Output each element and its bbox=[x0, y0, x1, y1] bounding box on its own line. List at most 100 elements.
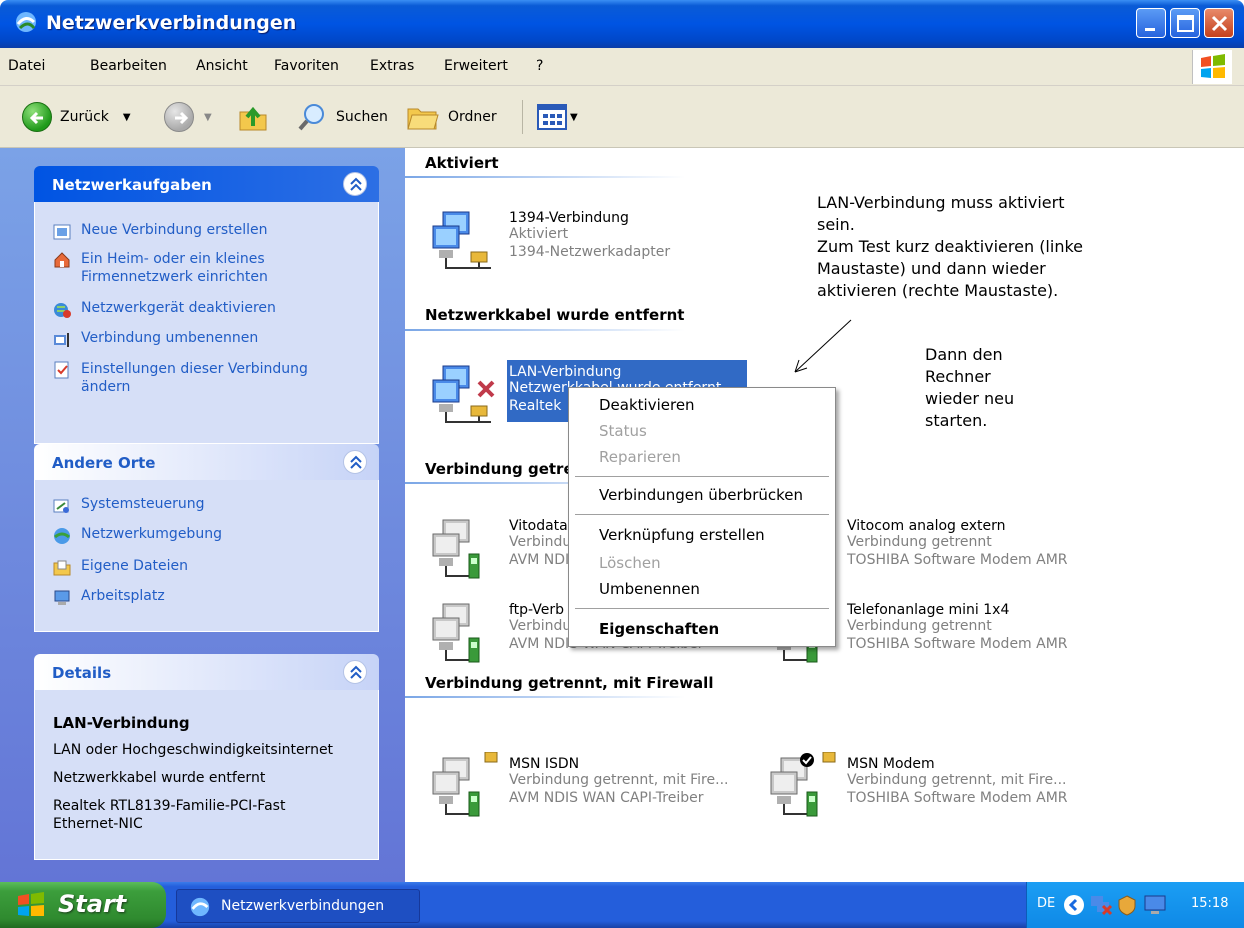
up-folder-button[interactable] bbox=[236, 100, 270, 134]
annotation-arrow bbox=[794, 319, 852, 373]
connection-name: MSN ISDN bbox=[509, 756, 580, 772]
place-label: Eigene Dateien bbox=[81, 558, 189, 574]
network-status-icon[interactable] bbox=[1089, 894, 1113, 916]
other-places-header[interactable]: Andere Orte bbox=[34, 444, 379, 480]
connection-1394[interactable]: 1394-Verbindung Aktiviert 1394-Netzwerka… bbox=[429, 206, 729, 278]
menu-item-status[interactable]: Status bbox=[599, 422, 647, 440]
task-label: Verbindung umbenennen bbox=[81, 330, 259, 346]
connection-name: Vitodata bbox=[509, 518, 568, 534]
menu-view[interactable]: Ansicht bbox=[196, 58, 248, 74]
language-indicator[interactable]: DE bbox=[1037, 896, 1055, 911]
place-my-computer[interactable]: Arbeitsplatz bbox=[53, 588, 165, 607]
place-my-documents[interactable]: Eigene Dateien bbox=[53, 558, 188, 577]
details-device: Realtek RTL8139-Familie-PCI-Fast bbox=[53, 798, 286, 814]
dialup-connection-icon bbox=[432, 603, 480, 663]
place-control-panel[interactable]: Systemsteuerung bbox=[53, 496, 204, 515]
task-label: Ein Heim- oder ein kleines bbox=[81, 251, 265, 267]
menu-item-rename[interactable]: Umbenennen bbox=[599, 580, 700, 598]
connection-msn-isdn[interactable]: MSN ISDN Verbindung getrennt, mit Fire..… bbox=[429, 752, 759, 824]
details-device-cont: Ethernet-NIC bbox=[53, 816, 143, 832]
dropdown-arrow-icon: ▼ bbox=[570, 111, 578, 123]
taskbar-window-label: Netzwerkverbindungen bbox=[221, 898, 385, 914]
windows-logo bbox=[1192, 50, 1232, 84]
note-line: Dann den bbox=[925, 345, 1003, 364]
connection-name: ftp-Verb bbox=[509, 602, 565, 618]
details-panel: LAN-Verbindung LAN oder Hochgeschwindigk… bbox=[34, 690, 379, 860]
menu-item-disable[interactable]: Deaktivieren bbox=[599, 396, 695, 414]
note-line: Rechner bbox=[925, 367, 991, 386]
menu-extras[interactable]: Extras bbox=[370, 58, 414, 74]
views-icon bbox=[537, 104, 567, 130]
connection-msn-modem[interactable]: MSN Modem Verbindung getrennt, mit Fire.… bbox=[767, 752, 1107, 824]
place-label: Systemsteuerung bbox=[81, 496, 205, 512]
start-button[interactable]: Start bbox=[0, 882, 166, 928]
connection-device: AVM NDIS WAN CAPI-Treiber bbox=[509, 790, 704, 806]
collapse-icon[interactable] bbox=[343, 450, 367, 474]
forward-button[interactable]: ▼ bbox=[164, 100, 212, 134]
other-places-panel: Systemsteuerung Netzwerkumgebung Eigene … bbox=[34, 480, 379, 632]
connection-status: Verbindung getrennt, mit Fire... bbox=[509, 772, 729, 788]
menu-favorites[interactable]: Favoriten bbox=[274, 58, 339, 74]
my-documents-icon bbox=[53, 560, 71, 576]
menu-item-delete[interactable]: Löschen bbox=[599, 554, 661, 572]
minimize-button[interactable] bbox=[1136, 8, 1166, 38]
connection-device: TOSHIBA Software Modem AMR bbox=[847, 790, 1068, 806]
note-line: wieder neu bbox=[925, 389, 1015, 408]
task-rename-connection[interactable]: Verbindung umbenennen bbox=[53, 330, 258, 349]
windows-flag-icon bbox=[18, 892, 44, 916]
group-divider bbox=[405, 176, 805, 178]
task-label: Neue Verbindung erstellen bbox=[81, 222, 268, 238]
menu-file[interactable]: Datei bbox=[8, 58, 45, 74]
group-divider bbox=[405, 329, 805, 331]
task-change-settings[interactable]: Einstellungen dieser Verbindung ändern bbox=[53, 360, 308, 396]
collapse-icon[interactable] bbox=[343, 660, 367, 684]
place-network[interactable]: Netzwerkumgebung bbox=[53, 526, 222, 545]
menu-item-properties[interactable]: Eigenschaften bbox=[599, 620, 719, 638]
search-button[interactable]: Suchen bbox=[296, 100, 388, 134]
menu-item-create-shortcut[interactable]: Verknüpfung erstellen bbox=[599, 526, 765, 544]
note-line: aktivieren (rechte Maustaste). bbox=[817, 281, 1059, 300]
show-hidden-icons-icon[interactable] bbox=[1063, 894, 1085, 916]
connection-name: MSN Modem bbox=[847, 756, 935, 772]
details-title: Details bbox=[52, 664, 112, 682]
back-label: Zurück bbox=[60, 109, 109, 125]
display-icon[interactable] bbox=[1143, 894, 1167, 916]
connection-device: 1394-Netzwerkadapter bbox=[509, 244, 671, 260]
details-header[interactable]: Details bbox=[34, 654, 379, 690]
menu-edit[interactable]: Bearbeiten bbox=[90, 58, 167, 74]
menu-help[interactable]: ? bbox=[536, 58, 543, 74]
title-bar: Netzwerkverbindungen bbox=[0, 0, 1244, 48]
annotation-note-1: LAN-Verbindung muss aktiviert sein. Zum … bbox=[817, 192, 1083, 302]
network-tasks-title: Netzwerkaufgaben bbox=[52, 176, 212, 194]
network-tasks-header[interactable]: Netzwerkaufgaben bbox=[34, 166, 379, 202]
back-button[interactable]: Zurück ▼ bbox=[22, 100, 131, 134]
back-arrow-icon bbox=[22, 102, 52, 132]
note-line: sein. bbox=[817, 215, 855, 234]
security-center-icon[interactable] bbox=[1117, 894, 1137, 916]
close-button[interactable] bbox=[1204, 8, 1234, 38]
my-computer-icon bbox=[54, 590, 70, 605]
clock[interactable]: 15:18 bbox=[1191, 896, 1228, 911]
toolbar: Zurück ▼ ▼ Suchen Ordner ▼ bbox=[0, 86, 1244, 148]
task-label: ändern bbox=[81, 379, 131, 395]
task-new-connection[interactable]: Neue Verbindung erstellen bbox=[53, 222, 268, 241]
maximize-button[interactable] bbox=[1170, 8, 1200, 38]
window-title: Netzwerkverbindungen bbox=[46, 12, 297, 34]
folders-button[interactable]: Ordner bbox=[406, 100, 497, 134]
menu-item-repair[interactable]: Reparieren bbox=[599, 448, 681, 466]
system-tray: DE 15:18 bbox=[1026, 882, 1244, 928]
views-button[interactable]: ▼ bbox=[536, 100, 578, 134]
menu-advanced[interactable]: Erweitert bbox=[444, 58, 508, 74]
group-title-enabled: Aktiviert bbox=[425, 154, 499, 172]
task-home-network[interactable]: Ein Heim- oder ein kleines Firmennetzwerk… bbox=[53, 250, 268, 286]
task-disable-device[interactable]: Netzwerkgerät deaktivieren bbox=[53, 300, 276, 319]
note-line: Maustaste) und dann wieder bbox=[817, 259, 1046, 278]
dropdown-arrow-icon: ▼ bbox=[204, 111, 212, 123]
dropdown-arrow-icon: ▼ bbox=[122, 111, 131, 123]
connection-device: TOSHIBA Software Modem AMR bbox=[847, 636, 1068, 652]
toolbar-separator bbox=[522, 100, 523, 134]
task-label: Einstellungen dieser Verbindung bbox=[81, 361, 308, 377]
menu-item-bridge[interactable]: Verbindungen überbrücken bbox=[599, 486, 803, 504]
collapse-icon[interactable] bbox=[343, 172, 367, 196]
taskbar-window-button[interactable]: Netzwerkverbindungen bbox=[176, 889, 420, 923]
